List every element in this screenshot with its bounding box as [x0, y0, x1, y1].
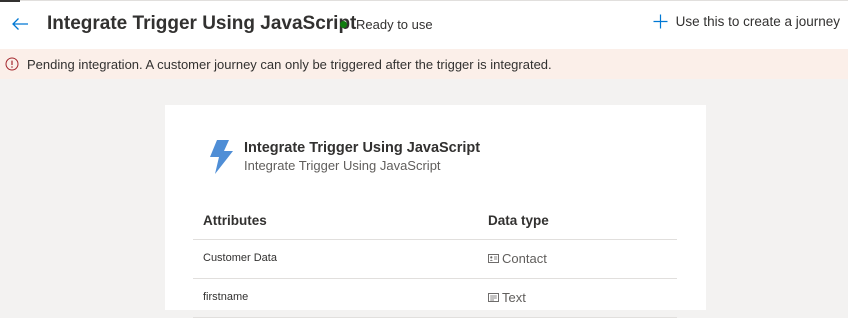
table-row: firstname Text	[193, 279, 677, 318]
attribute-type: Text	[488, 290, 526, 305]
attribute-type: Contact	[488, 251, 547, 266]
column-header-attributes: Attributes	[203, 213, 267, 228]
card-header: Integrate Trigger Using JavaScript Integ…	[207, 140, 480, 174]
create-journey-button[interactable]: Use this to create a journey	[653, 14, 840, 29]
status-indicator: Ready to use	[340, 17, 433, 32]
command-bar: Integrate Trigger Using JavaScript Ready…	[0, 0, 848, 49]
table-row: Customer Data Contact	[193, 240, 677, 279]
attribute-name: Customer Data	[203, 252, 277, 264]
plus-icon	[653, 14, 676, 29]
status-label: Ready to use	[356, 17, 433, 32]
text-field-icon	[488, 293, 499, 302]
banner-message: Pending integration. A customer journey …	[27, 56, 552, 72]
pending-integration-banner: Pending integration. A customer journey …	[0, 49, 848, 79]
status-dot	[340, 21, 347, 28]
back-arrow-icon	[11, 17, 29, 31]
info-icon	[5, 57, 19, 71]
page-title: Integrate Trigger Using JavaScript	[47, 13, 357, 34]
card-header-text: Integrate Trigger Using JavaScript Integ…	[244, 140, 480, 174]
contact-card-icon	[488, 254, 499, 263]
column-header-data-type: Data type	[488, 213, 549, 228]
table-header-row: Attributes Data type	[193, 205, 677, 240]
lightning-icon	[207, 140, 235, 174]
trigger-details-card: Integrate Trigger Using JavaScript Integ…	[165, 105, 706, 318]
top-border	[0, 0, 848, 1]
back-button[interactable]	[8, 12, 32, 36]
create-journey-label: Use this to create a journey	[675, 14, 840, 29]
attributes-table: Attributes Data type Customer Data Conta…	[193, 205, 677, 318]
attribute-type-label: Text	[502, 290, 526, 305]
attribute-type-label: Contact	[502, 251, 547, 266]
attribute-name: firstname	[203, 291, 249, 303]
card-title: Integrate Trigger Using JavaScript	[244, 140, 481, 156]
top-border-accent	[0, 0, 20, 2]
card-subtitle: Integrate Trigger Using JavaScript	[244, 158, 441, 173]
